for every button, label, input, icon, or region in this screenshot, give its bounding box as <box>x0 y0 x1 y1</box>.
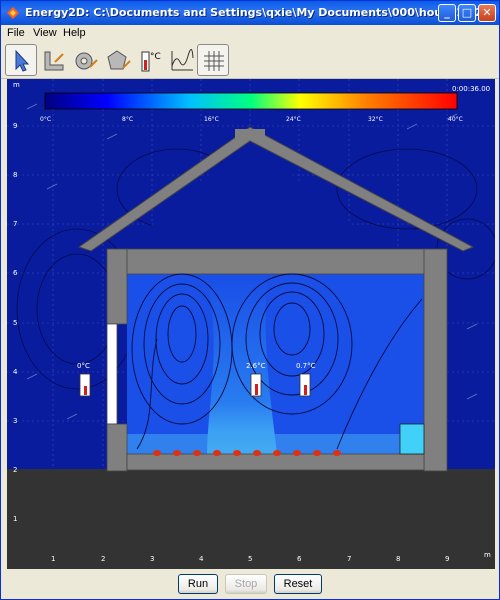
draw-ellipse-button[interactable] <box>69 44 101 76</box>
colorbar-label: 32°C <box>368 116 383 123</box>
x-axis-unit: m <box>484 551 491 559</box>
y-tick: 5 <box>13 319 17 327</box>
x-tick: 9 <box>445 555 449 563</box>
grid-icon <box>204 51 224 71</box>
draw-rectangle-button[interactable] <box>37 44 69 76</box>
colorbar-label: 40°C <box>448 116 463 123</box>
app-icon <box>7 7 19 19</box>
y-tick: 9 <box>13 122 17 130</box>
simulation-canvas[interactable]: 0°C 8°C 16°C 24°C 32°C 40°C 0:00:36.00 m… <box>7 79 495 569</box>
colorbar-label: 0°C <box>40 116 51 123</box>
menu-help[interactable]: Help <box>63 27 86 39</box>
simulation-time: 0:00:36.00 <box>452 85 490 93</box>
ground <box>7 469 495 569</box>
interior-object <box>399 423 425 455</box>
colorbar-label: 8°C <box>122 116 133 123</box>
select-tool-button[interactable] <box>5 44 37 76</box>
roof-peak <box>235 129 265 139</box>
control-bar: Run Stop Reset <box>1 569 499 599</box>
stop-button[interactable]: Stop <box>225 574 267 594</box>
minimize-button[interactable]: _ <box>438 4 456 22</box>
run-button[interactable]: Run <box>178 574 218 594</box>
y-axis-unit: m <box>13 81 20 89</box>
window-glass <box>106 323 118 425</box>
draw-polygon-icon <box>107 50 131 70</box>
graph-tool-button[interactable] <box>165 44 197 76</box>
graph-icon <box>171 49 194 71</box>
draw-rectangle-icon <box>44 51 64 71</box>
menu-bar: File View Help <box>1 25 499 42</box>
y-tick: 6 <box>13 269 18 277</box>
house-interior <box>127 274 424 454</box>
colorbar-label: 24°C <box>286 116 301 123</box>
draw-polygon-button[interactable] <box>101 44 133 76</box>
thermometer-tool-button[interactable]: °C <box>133 44 165 76</box>
menu-view[interactable]: View <box>33 27 57 39</box>
x-tick: 8 <box>396 555 400 563</box>
x-tick: 5 <box>248 555 252 563</box>
thermometer-reading: 2.6°C <box>246 362 266 370</box>
thermometer-unit-label: °C <box>150 52 161 62</box>
colorbar <box>44 92 458 110</box>
ceiling <box>106 248 448 275</box>
x-tick: 2 <box>101 555 105 563</box>
title-bar[interactable]: Energy2D: C:\Documents and Settings\qxie… <box>1 1 499 25</box>
x-tick: 4 <box>199 555 204 563</box>
y-tick: 3 <box>13 417 17 425</box>
left-wall-upper <box>106 248 128 325</box>
floor <box>126 453 425 471</box>
grid-tool-button[interactable] <box>197 44 229 76</box>
window-title: Energy2D: C:\Documents and Settings\qxie… <box>25 6 491 19</box>
thermometer-reading: 0°C <box>77 362 90 370</box>
app-window: Energy2D: C:\Documents and Settings\qxie… <box>0 0 500 600</box>
menu-file[interactable]: File <box>7 27 25 39</box>
select-arrow-icon <box>15 49 30 72</box>
x-tick: 7 <box>347 555 351 563</box>
draw-ellipse-icon <box>75 52 98 70</box>
y-tick: 1 <box>13 515 17 523</box>
left-wall-lower <box>106 423 128 472</box>
toolbar: °C <box>1 42 499 79</box>
maximize-button[interactable]: □ <box>458 4 476 22</box>
y-tick: 8 <box>13 171 17 179</box>
right-wall <box>423 248 448 472</box>
reset-button[interactable]: Reset <box>274 574 322 594</box>
y-tick: 4 <box>13 368 18 376</box>
thermometer-reading: 0.7°C <box>296 362 316 370</box>
x-tick: 1 <box>51 555 55 563</box>
x-tick: 3 <box>150 555 154 563</box>
close-button[interactable]: ✕ <box>478 4 496 22</box>
thermometer-icon: °C <box>141 51 161 72</box>
colorbar-label: 16°C <box>204 116 219 123</box>
y-tick: 2 <box>13 466 17 474</box>
y-tick: 7 <box>13 220 17 228</box>
x-tick: 6 <box>297 555 302 563</box>
